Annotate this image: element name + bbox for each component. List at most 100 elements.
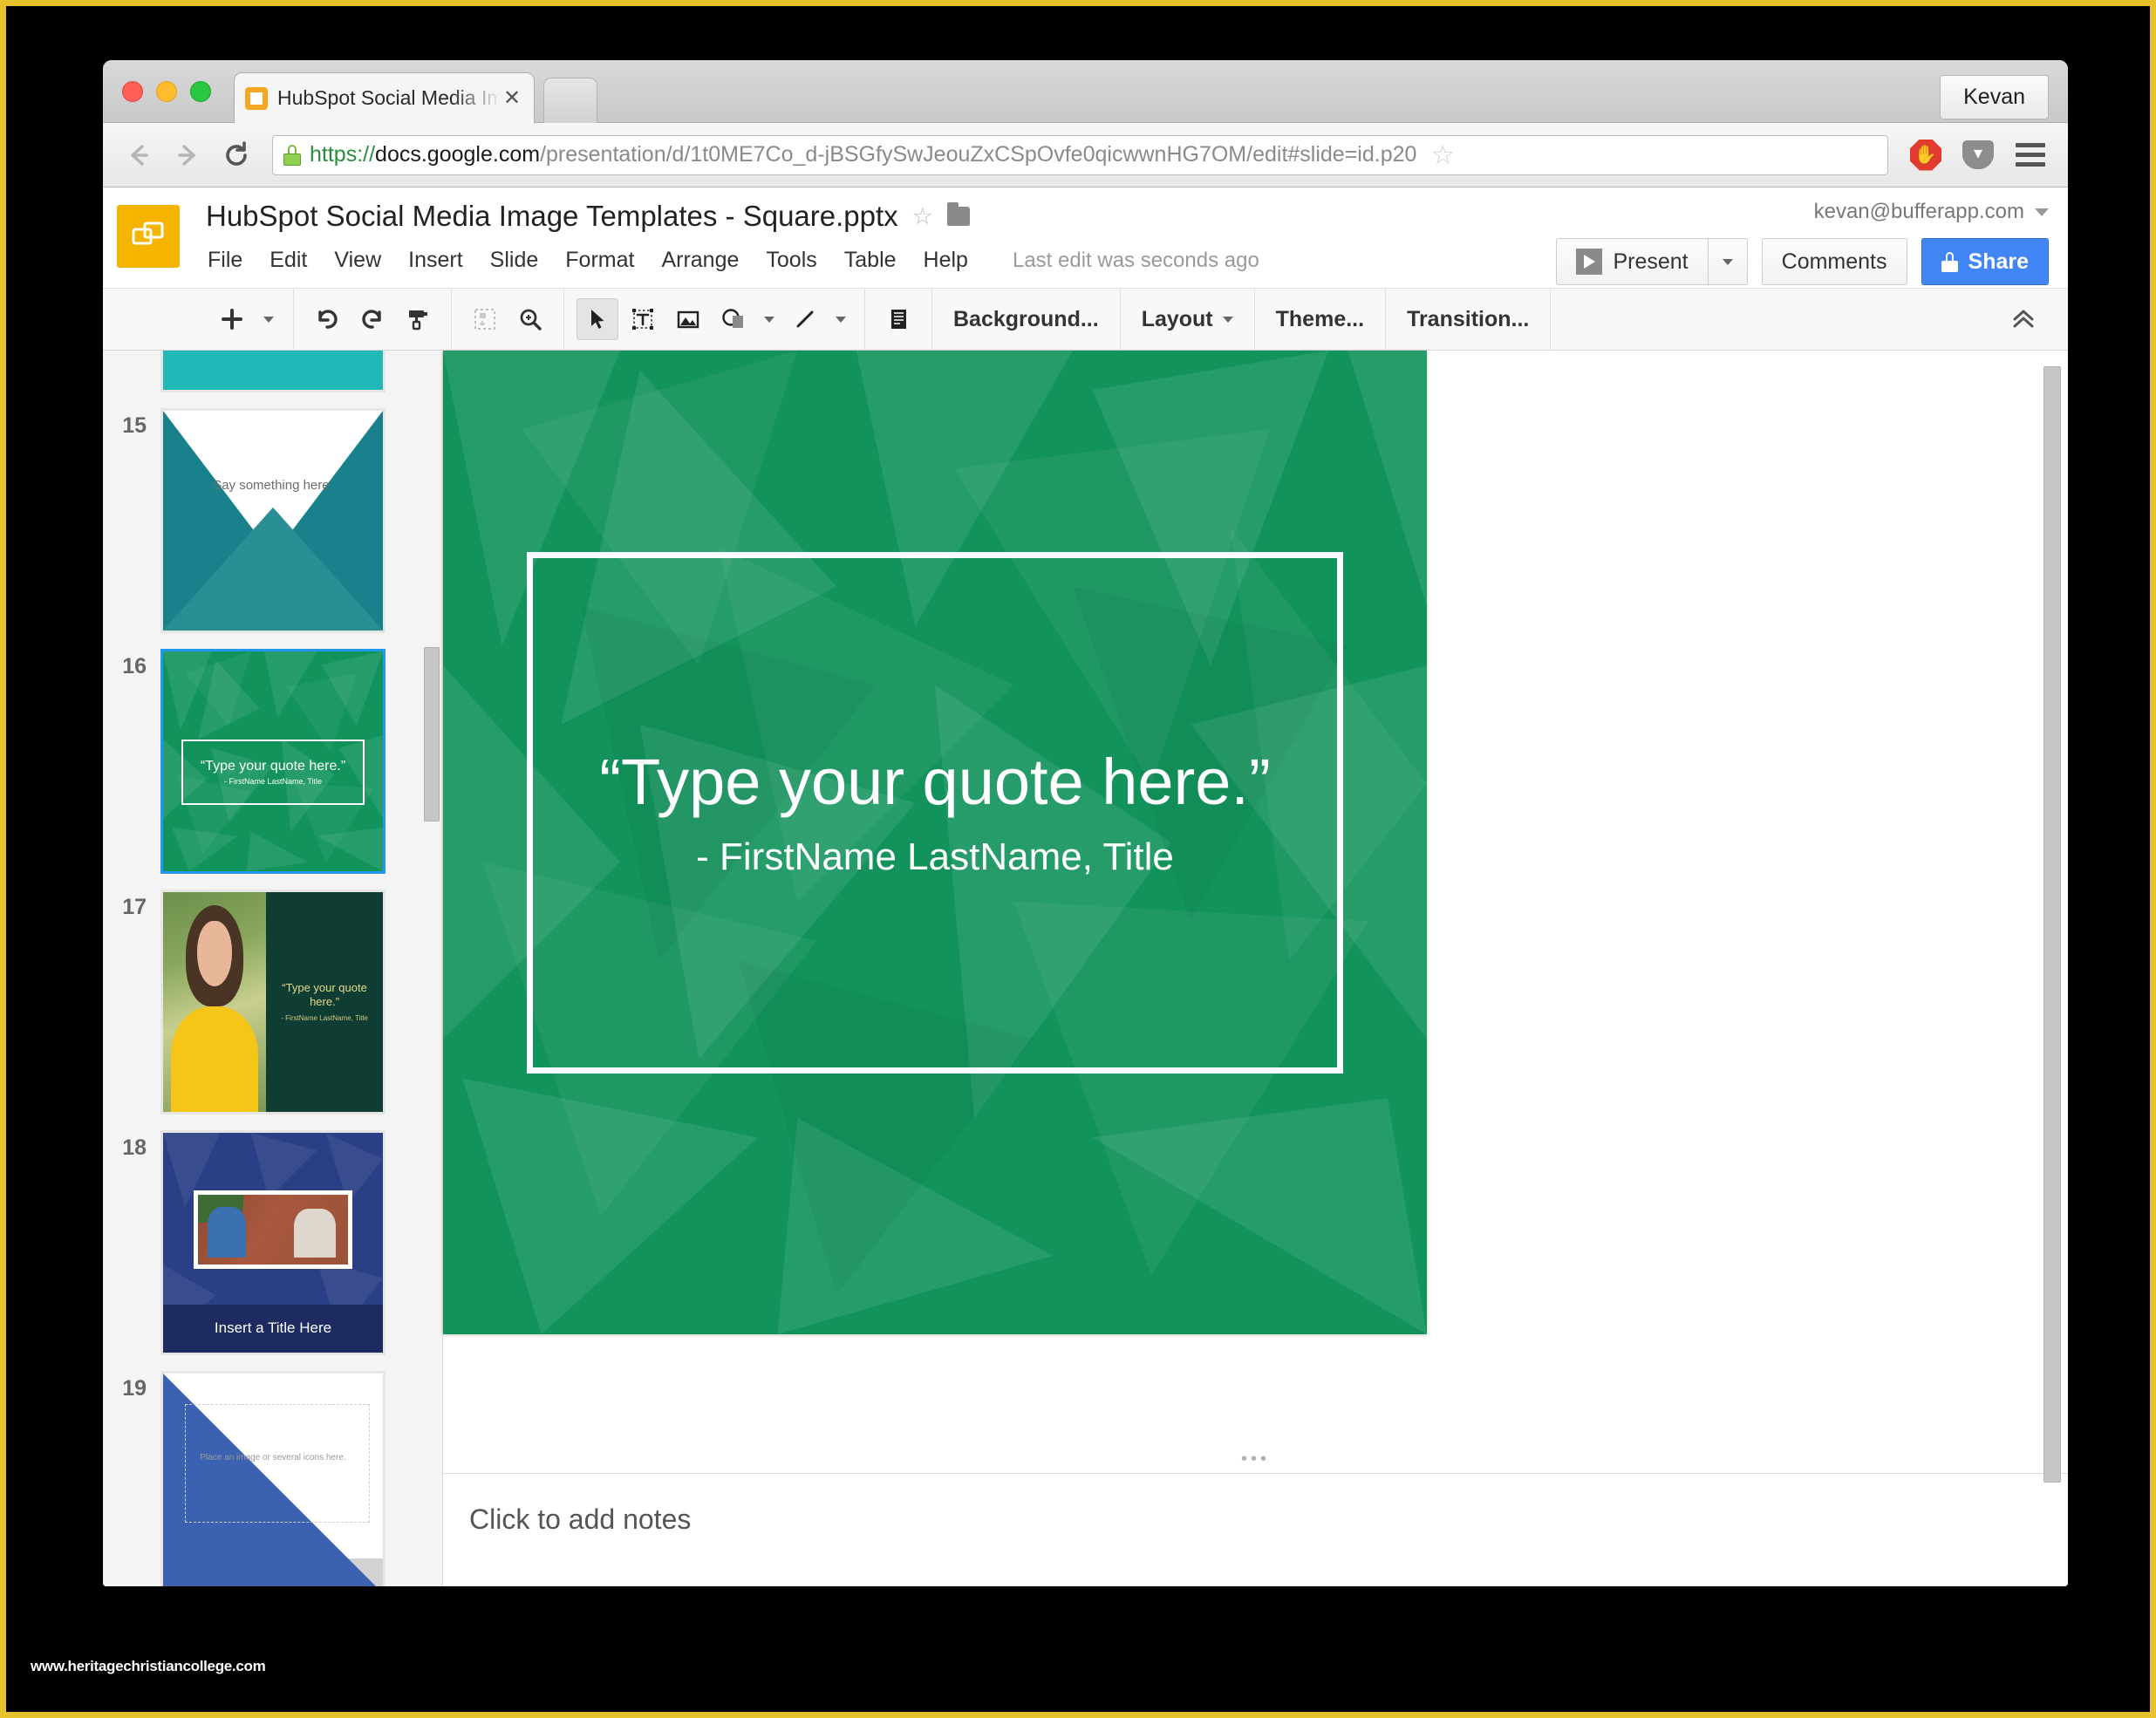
comments-label: Comments xyxy=(1781,249,1887,274)
quote-frame: “Type your quote here.” - FirstName Last… xyxy=(181,739,365,806)
menu-item-tools[interactable]: Tools xyxy=(764,245,818,276)
shape-icon[interactable] xyxy=(713,298,754,340)
teal-triangle xyxy=(163,507,383,631)
star-icon[interactable]: ☆ xyxy=(912,203,933,230)
notes-resize-handle[interactable]: ••• xyxy=(1241,1449,1270,1469)
last-edit-status[interactable]: Last edit was seconds ago xyxy=(1013,249,1259,273)
quote-frame[interactable]: “Type your quote here.” - FirstName Last… xyxy=(526,552,1344,1074)
menu-item-file[interactable]: File xyxy=(206,245,244,276)
list-item[interactable]: 17 “Type your quote here.” - FirstName L… xyxy=(103,890,442,1115)
pocket-icon[interactable]: ▾ xyxy=(1958,135,1998,175)
transition-button[interactable]: Transition... xyxy=(1386,289,1552,350)
comments-button[interactable]: Comments xyxy=(1761,238,1907,285)
slide-canvas-area[interactable]: “Type your quote here.” - FirstName Last… xyxy=(443,351,2068,1483)
url-path: /presentation/d/1t0ME7Co_d-jBSGfySwJeouZ… xyxy=(540,142,1417,167)
reload-icon[interactable] xyxy=(218,137,255,174)
quote-attribution: - FirstName LastName, Title xyxy=(223,777,323,787)
list-item[interactable]: 14 xyxy=(103,351,442,392)
forward-arrow-icon[interactable] xyxy=(169,137,206,174)
toolbar-group-insert xyxy=(564,289,865,350)
window-controls[interactable] xyxy=(122,81,211,102)
undo-icon[interactable] xyxy=(306,298,348,340)
url-bar[interactable]: https://docs.google.com/presentation/d/1… xyxy=(272,134,1888,175)
list-item[interactable]: 16 “Type your quote here.” - FirstName L… xyxy=(103,649,442,874)
title-band: Insert a Title Here xyxy=(163,1304,383,1353)
folder-icon[interactable] xyxy=(946,202,970,226)
menu-item-table[interactable]: Table xyxy=(843,245,898,276)
toolbar-group-view xyxy=(452,289,564,350)
adblock-icon[interactable]: ✋ xyxy=(1906,135,1946,175)
photo-frame xyxy=(194,1190,352,1270)
new-tab-button[interactable] xyxy=(543,78,597,123)
notes-placeholder[interactable]: Click to add notes xyxy=(469,1503,2068,1536)
shape-dropdown-icon[interactable] xyxy=(758,298,781,340)
menu-item-edit[interactable]: Edit xyxy=(268,245,309,276)
google-slides-app: HubSpot Social Media Image Templates - S… xyxy=(103,187,2068,1586)
slide-thumbnail[interactable]: Insert a Title Here xyxy=(160,1130,385,1355)
outline-icon[interactable] xyxy=(877,298,919,340)
filmstrip-scrollbar[interactable] xyxy=(424,647,440,822)
collapse-toolbar-icon[interactable] xyxy=(1979,289,2068,350)
layout-button[interactable]: Layout xyxy=(1121,289,1255,350)
close-tab-icon[interactable]: ✕ xyxy=(501,85,523,111)
list-item[interactable]: 18 Insert a Title Here xyxy=(103,1130,442,1355)
select-icon[interactable] xyxy=(577,298,618,340)
zoom-icon[interactable] xyxy=(509,298,551,340)
canvas-scrollbar[interactable] xyxy=(2043,366,2061,1483)
thumbnail-art: “Type your quote here.” - FirstName Last… xyxy=(163,892,383,1112)
account-menu[interactable]: kevan@bufferapp.com xyxy=(1814,200,2049,224)
list-item[interactable]: 19 Place an image or several icons here. xyxy=(103,1371,442,1586)
background-button[interactable]: Background... xyxy=(932,289,1121,350)
slides-title-area: HubSpot Social Media Image Templates - S… xyxy=(180,187,1556,288)
redo-icon[interactable] xyxy=(351,298,393,340)
document-title[interactable]: HubSpot Social Media Image Templates - S… xyxy=(206,200,898,233)
menu-item-insert[interactable]: Insert xyxy=(406,245,465,276)
menu-item-format[interactable]: Format xyxy=(563,245,636,276)
hamburger-menu-icon[interactable] xyxy=(2010,135,2050,175)
current-slide[interactable]: “Type your quote here.” - FirstName Last… xyxy=(443,351,1427,1334)
url-host: docs.google.com xyxy=(375,142,541,167)
share-button[interactable]: Share xyxy=(1921,238,2049,285)
slide-number: 15 xyxy=(122,413,147,438)
browser-profile-button[interactable]: Kevan xyxy=(1940,75,2049,119)
thumbnail-text: Say something here. xyxy=(213,477,333,493)
slides-logo-icon xyxy=(117,205,180,268)
slide-filmstrip[interactable]: 14 15 xyxy=(103,351,443,1586)
minimize-window-button[interactable] xyxy=(156,81,177,102)
slide-thumbnail[interactable] xyxy=(160,351,385,392)
paint-format-icon[interactable] xyxy=(397,298,439,340)
new-slide-icon[interactable] xyxy=(211,298,253,340)
maximize-window-button[interactable] xyxy=(190,81,211,102)
list-item[interactable]: 15 Say something here. xyxy=(103,408,442,633)
slides-header: HubSpot Social Media Image Templates - S… xyxy=(103,187,2068,288)
image-icon[interactable] xyxy=(667,298,709,340)
back-arrow-icon[interactable] xyxy=(120,137,157,174)
menu-item-slide[interactable]: Slide xyxy=(488,245,541,276)
new-slide-dropdown-icon[interactable] xyxy=(256,298,281,340)
fit-to-window-icon[interactable] xyxy=(464,298,506,340)
slide-thumbnail[interactable]: Place an image or several icons here. xyxy=(160,1371,385,1586)
close-window-button[interactable] xyxy=(122,81,143,102)
line-dropdown-icon[interactable] xyxy=(829,298,852,340)
slide-thumbnail[interactable]: “Type your quote here.” - FirstName Last… xyxy=(160,890,385,1115)
screenshot-root: HubSpot Social Media Ima ✕ Kevan https:/… xyxy=(0,0,2156,1718)
menu-item-view[interactable]: View xyxy=(332,245,383,276)
speaker-notes-pane[interactable]: Click to add notes xyxy=(443,1473,2068,1586)
browser-tab[interactable]: HubSpot Social Media Ima ✕ xyxy=(234,72,535,123)
quote-text[interactable]: “Type your quote here.” xyxy=(599,747,1270,818)
quote-panel: “Type your quote here.” - FirstName Last… xyxy=(266,892,383,1112)
present-button[interactable]: Present xyxy=(1556,238,1708,285)
menu-item-help[interactable]: Help xyxy=(922,245,970,276)
text-box-icon[interactable] xyxy=(622,298,664,340)
quote-attribution[interactable]: - FirstName LastName, Title xyxy=(696,835,1174,879)
background-label: Background... xyxy=(953,306,1099,331)
slide-thumbnail-selected[interactable]: “Type your quote here.” - FirstName Last… xyxy=(160,649,385,874)
line-icon[interactable] xyxy=(784,298,826,340)
menu-item-arrange[interactable]: Arrange xyxy=(659,245,740,276)
canvas-wrapper: “Type your quote here.” - FirstName Last… xyxy=(443,351,2068,1586)
browser-window: HubSpot Social Media Ima ✕ Kevan https:/… xyxy=(103,60,2068,1586)
theme-button[interactable]: Theme... xyxy=(1255,289,1387,350)
slide-thumbnail[interactable]: Say something here. xyxy=(160,408,385,633)
bookmark-star-icon[interactable]: ☆ xyxy=(1425,138,1460,173)
present-dropdown-button[interactable] xyxy=(1707,238,1748,285)
